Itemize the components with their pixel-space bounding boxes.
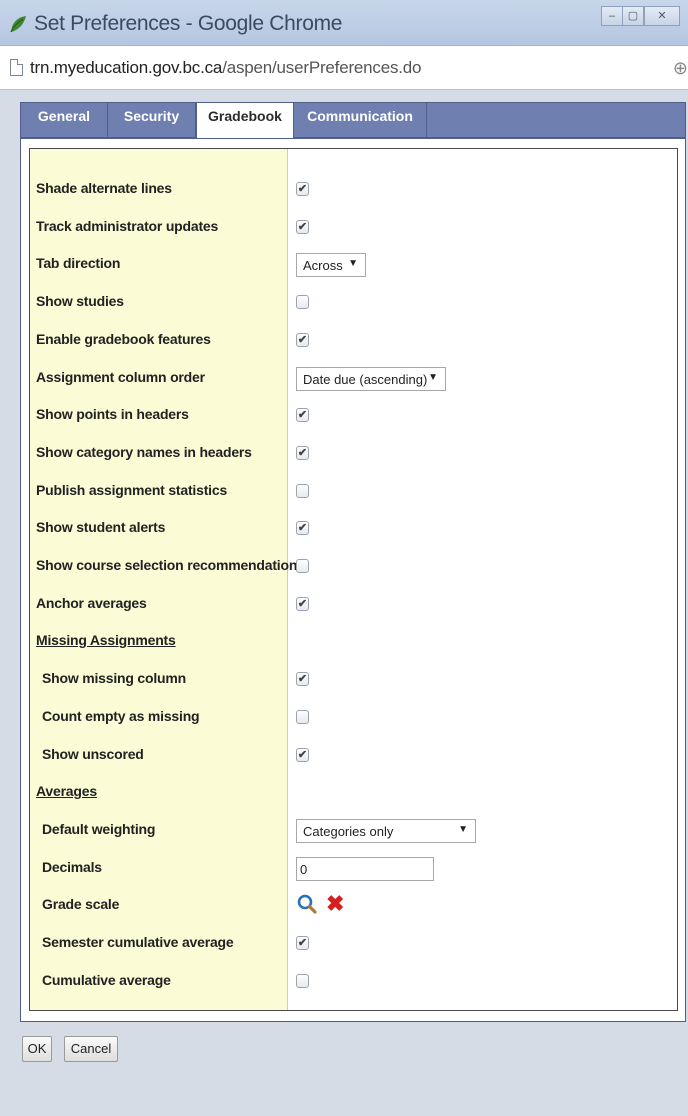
dropdown-arrow-icon: ▼	[428, 372, 438, 383]
pref-row-count-empty-as-missing: Count empty as missing	[30, 700, 677, 734]
address-bar[interactable]: trn.myeducation.gov.bc.ca/aspen/userPref…	[0, 46, 688, 90]
tab-bar: General Security Gradebook Communication	[20, 102, 686, 139]
ok-button[interactable]: OK	[22, 1036, 52, 1062]
enable-gradebook-features-checkbox[interactable]: ✔	[296, 333, 309, 347]
pref-label: Tab direction	[36, 255, 121, 271]
show-studies-checkbox[interactable]	[296, 295, 309, 309]
select-value: Date due (ascending)	[303, 372, 428, 387]
pref-label: Track administrator updates	[36, 218, 219, 234]
pref-row-show-missing-column: Show missing column ✔	[30, 662, 677, 696]
pref-label: Show student alerts	[36, 519, 166, 535]
select-value: Categories only	[303, 824, 394, 839]
pref-label: Show points in headers	[36, 406, 189, 422]
pref-label: Publish assignment statistics	[36, 482, 228, 498]
pref-label: Show unscored	[42, 746, 144, 762]
shade-alternate-lines-checkbox[interactable]: ✔	[296, 182, 309, 196]
pref-label: Decimals	[42, 859, 102, 875]
pref-label: Assignment column order	[36, 369, 205, 385]
pref-row-show-unscored: Show unscored ✔	[30, 738, 677, 772]
cancel-button[interactable]: Cancel	[64, 1036, 118, 1062]
show-missing-column-checkbox[interactable]: ✔	[296, 672, 309, 686]
window-title: Set Preferences - Google Chrome	[34, 12, 343, 35]
pref-label: Count empty as missing	[42, 708, 200, 724]
pref-row-semester-cumulative-average: Semester cumulative average ✔	[30, 926, 677, 960]
pref-row-averages: Averages	[30, 775, 677, 809]
pref-label: Show missing column	[42, 670, 186, 686]
pref-row-missing-assignments: Missing Assignments	[30, 624, 677, 658]
page-icon	[10, 59, 23, 76]
count-empty-as-missing-checkbox[interactable]	[296, 710, 309, 724]
pref-row-enable-gradebook-features: Enable gradebook features ✔	[30, 323, 677, 357]
preferences-page: General Security Gradebook Communication…	[10, 90, 688, 1116]
pref-row-assignment-column-order: Assignment column order Date due (ascendi…	[30, 361, 677, 395]
pref-row-grade-scale: Grade scale ✖	[30, 888, 677, 922]
preferences-form: Shade alternate lines ✔ Track administrato…	[29, 148, 678, 1011]
pref-label: Default weighting	[42, 821, 156, 837]
show-unscored-checkbox[interactable]: ✔	[296, 748, 309, 762]
tab-communication[interactable]: Communication	[294, 103, 427, 137]
maximize-button[interactable]: ▢	[622, 6, 644, 26]
pref-row-publish-assignment-statistics: Publish assignment statistics	[30, 474, 677, 508]
pref-label: Cumulative average	[42, 972, 171, 988]
window-titlebar: Set Preferences - Google Chrome – ▢ ✕	[0, 0, 688, 46]
pref-label: Show category names in headers	[36, 444, 252, 460]
pref-row-show-points-in-headers: Show points in headers ✔	[30, 398, 677, 432]
track-administrator-updates-checkbox[interactable]: ✔	[296, 220, 309, 234]
show-student-alerts-checkbox[interactable]: ✔	[296, 521, 309, 535]
pref-row-show-student-alerts: Show student alerts ✔	[30, 511, 677, 545]
delete-x-icon[interactable]: ✖	[326, 893, 344, 915]
pref-row-decimals: Decimals 0	[30, 851, 677, 885]
pref-label: Show course selection recommendation	[36, 557, 298, 573]
search-icon[interactable]	[296, 893, 318, 915]
minimize-button[interactable]: –	[601, 6, 623, 26]
pref-label: Shade alternate lines	[36, 180, 172, 196]
pref-label: Anchor averages	[36, 595, 147, 611]
default-weighting-select[interactable]: Categories only ▼	[296, 819, 476, 843]
pref-row-tab-direction: Tab direction Across ▼	[30, 247, 677, 281]
anchor-averages-checkbox[interactable]: ✔	[296, 597, 309, 611]
pref-row-show-course-selection-recommendation: Show course selection recommendation	[30, 549, 677, 583]
tab-general[interactable]: General	[21, 103, 108, 137]
pref-row-track-administrator-updates: Track administrator updates ✔	[30, 210, 677, 244]
pref-row-default-weighting: Default weighting Categories only ▼	[30, 813, 677, 847]
show-category-names-in-headers-checkbox[interactable]: ✔	[296, 446, 309, 460]
decimals-input[interactable]: 0	[296, 857, 434, 881]
show-points-in-headers-checkbox[interactable]: ✔	[296, 408, 309, 422]
zoom-icon[interactable]: ⊕	[673, 58, 688, 79]
url-path: /aspen/userPreferences.do	[222, 58, 422, 77]
assignment-column-order-select[interactable]: Date due (ascending) ▼	[296, 367, 446, 391]
pref-row-shade-alternate-lines: Shade alternate lines ✔	[30, 172, 677, 206]
pref-row-show-studies: Show studies	[30, 285, 677, 319]
pref-label: Enable gradebook features	[36, 331, 211, 347]
pref-row-anchor-averages: Anchor averages ✔	[30, 587, 677, 621]
tab-direction-select[interactable]: Across ▼	[296, 253, 366, 277]
pref-label: Grade scale	[42, 896, 120, 912]
semester-cumulative-average-checkbox[interactable]: ✔	[296, 936, 309, 950]
cumulative-average-checkbox[interactable]	[296, 974, 309, 988]
pref-label: Semester cumulative average	[42, 934, 234, 950]
pref-row-cumulative-average: Cumulative average	[30, 964, 677, 998]
url-host: trn.myeducation.gov.bc.ca	[30, 58, 223, 77]
pref-label: Show studies	[36, 293, 124, 309]
publish-assignment-statistics-checkbox[interactable]	[296, 484, 309, 498]
url-text[interactable]: trn.myeducation.gov.bc.ca/aspen/userPref…	[30, 58, 422, 78]
show-course-selection-recommendation-checkbox[interactable]	[296, 559, 309, 573]
section-heading[interactable]: Missing Assignments	[36, 632, 176, 648]
pref-row-show-category-names-in-headers: Show category names in headers ✔	[30, 436, 677, 470]
dropdown-arrow-icon: ▼	[458, 824, 468, 835]
dropdown-arrow-icon: ▼	[348, 258, 358, 269]
select-value: Across	[303, 258, 343, 273]
gradebook-panel: Shade alternate lines ✔ Track administrato…	[20, 138, 686, 1022]
close-button[interactable]: ✕	[644, 6, 680, 26]
tab-security[interactable]: Security	[108, 103, 196, 137]
section-heading[interactable]: Averages	[36, 783, 97, 799]
tab-gradebook[interactable]: Gradebook	[196, 103, 294, 139]
app-logo-icon	[10, 16, 26, 33]
